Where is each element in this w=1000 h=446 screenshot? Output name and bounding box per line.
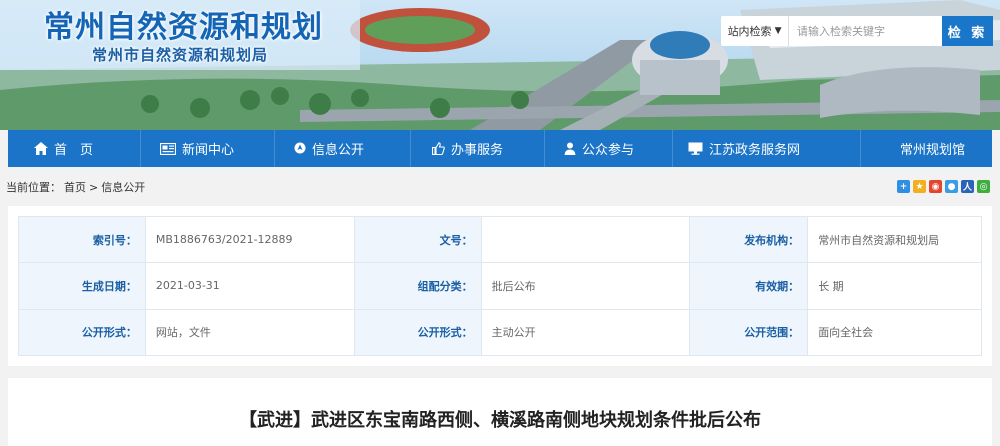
meta-key-validity: 有效期： [689, 262, 809, 310]
search-input[interactable] [789, 16, 943, 46]
home-icon [34, 142, 48, 155]
nav-item-label: 常州规划馆 [900, 143, 966, 158]
nav-item-home[interactable]: 首 页 [34, 130, 93, 167]
document-meta-panel: 索引号： MB1886763/2021-12889 文号： 发布机构： 常州市自… [8, 206, 992, 366]
nav-item-label: 新闻中心 [182, 143, 235, 158]
breadcrumb-separator: > [89, 180, 99, 194]
search-button[interactable]: 检 索 [942, 16, 993, 46]
qq-icon[interactable]: ● [945, 180, 958, 193]
meta-key-category: 组配分类： [353, 262, 482, 310]
breadcrumb: 当前位置： 首页 > 信息公开 [6, 178, 145, 196]
meta-value-index: MB1886763/2021-12889 [144, 215, 355, 264]
meta-key-index: 索引号： [18, 215, 146, 264]
site-logo-title: 常州自然资源和规划 [44, 10, 323, 45]
table-row: 生成日期： 2021-03-31 组配分类： 批后公布 有效期： 长 期 [18, 262, 982, 310]
nav-item-jiangsu-gov-service[interactable]: 江苏政务服务网 [688, 130, 800, 167]
nav-item-news[interactable]: 新闻中心 [160, 130, 234, 167]
nav-item-public-participation[interactable]: 公众参与 [564, 130, 634, 167]
nav-item-label: 首 页 [54, 143, 94, 158]
meta-value-form: 网站，文件 [144, 308, 355, 357]
meta-value-docno [480, 215, 691, 264]
weibo-icon[interactable]: ◉ [929, 180, 942, 193]
wechat-icon[interactable]: ◎ [977, 180, 990, 193]
nav-divider [672, 130, 673, 167]
nav-item-services[interactable]: 办事服务 [432, 130, 503, 167]
meta-key-form: 公开形式： [18, 308, 146, 357]
nav-item-label: 办事服务 [451, 143, 504, 158]
meta-key-docno: 文号： [353, 215, 482, 264]
meta-key-date: 生成日期： [18, 262, 146, 310]
chevron-down-icon: ▼ [774, 26, 782, 36]
breadcrumb-prefix: 当前位置： [6, 181, 61, 194]
nav-divider [860, 130, 861, 167]
nav-divider [140, 130, 141, 167]
table-row: 公开形式： 网站，文件 公开形式： 主动公开 公开范围： 面向全社会 [18, 308, 982, 357]
location-pin-icon [294, 142, 306, 155]
meta-value-scope: 面向全社会 [807, 308, 982, 357]
qzone-icon[interactable]: ★ [913, 180, 926, 193]
search-scope-label: 站内检索 [727, 25, 772, 38]
article-panel: 【武进】武进区东宝南路西侧、横溪路南侧地块规划条件批后公布 [8, 378, 992, 446]
monitor-icon [688, 142, 703, 155]
site-logo-subtitle: 常州市自然资源和规划局 [92, 46, 269, 64]
meta-key-publisher: 发布机构： [689, 215, 809, 264]
nav-divider [544, 130, 545, 167]
breadcrumb-home-link[interactable]: 首页 [64, 179, 86, 195]
share-toolbar: + ★ ◉ ● 人 ◎ [897, 180, 990, 193]
nav-item-label: 信息公开 [312, 143, 365, 158]
table-row: 索引号： MB1886763/2021-12889 文号： 发布机构： 常州市自… [18, 215, 982, 264]
main-nav: 首 页 新闻中心 信息公开 办事服务 公众参与 江苏政务服务网 常州规划馆 [8, 130, 992, 167]
thumbs-up-icon [432, 142, 445, 155]
newspaper-icon [160, 142, 176, 155]
renren-icon[interactable]: 人 [961, 180, 974, 193]
search-bar: 站内检索 ▼ 检 索 [721, 16, 993, 46]
nav-item-label: 公众参与 [582, 143, 635, 158]
nav-divider [274, 130, 275, 167]
meta-value-publisher: 常州市自然资源和规划局 [807, 215, 982, 264]
plus-share-icon[interactable]: + [897, 180, 910, 193]
article-title: 【武进】武进区东宝南路西侧、横溪路南侧地块规划条件批后公布 [239, 410, 761, 431]
nav-item-planning-museum[interactable]: 常州规划馆 [900, 130, 965, 167]
nav-item-label: 江苏政务服务网 [709, 143, 801, 158]
meta-value-mode: 主动公开 [480, 308, 691, 357]
breadcrumb-current-link[interactable]: 信息公开 [101, 179, 145, 195]
meta-value-validity: 长 期 [807, 262, 982, 310]
meta-key-scope: 公开范围： [689, 308, 809, 357]
nav-divider [410, 130, 411, 167]
meta-key-mode: 公开形式： [353, 308, 482, 357]
header-banner: 常州自然资源和规划 常州市自然资源和规划局 站内检索 ▼ 检 索 [0, 0, 1000, 130]
nav-item-info-disclosure[interactable]: 信息公开 [294, 130, 364, 167]
meta-value-date: 2021-03-31 [144, 262, 355, 310]
person-icon [564, 142, 576, 155]
search-scope-select[interactable]: 站内检索 ▼ [721, 16, 790, 46]
meta-value-category: 批后公布 [480, 262, 691, 310]
document-meta-table: 索引号： MB1886763/2021-12889 文号： 发布机构： 常州市自… [18, 215, 982, 357]
